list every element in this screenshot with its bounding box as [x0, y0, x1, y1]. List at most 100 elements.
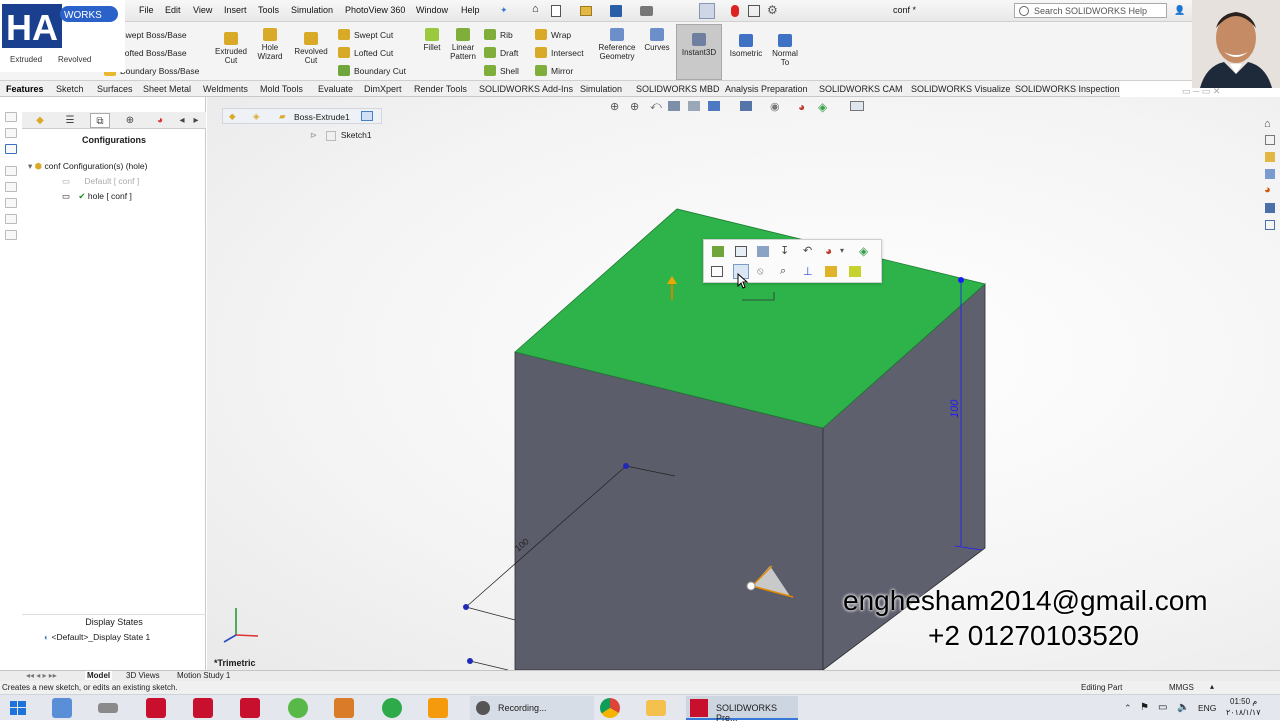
tab-scroll-right-icon[interactable]: ▸: [190, 113, 202, 128]
tab-mold-tools[interactable]: Mold Tools: [260, 84, 303, 94]
tab-solidworks-inspection[interactable]: SOLIDWORKS Inspection: [1015, 84, 1120, 94]
options-gear-icon[interactable]: ⚙: [767, 3, 778, 17]
open-folder-icon[interactable]: [580, 6, 592, 16]
appearance-icon[interactable]: ◕: [825, 244, 832, 258]
tab-solidworks-visualize[interactable]: SOLIDWORKS Visualize: [911, 84, 1010, 94]
intersect-button[interactable]: Intersect: [535, 47, 584, 60]
lofted-cut-button[interactable]: Lofted Cut: [338, 47, 393, 60]
tab-solidworks-cam[interactable]: SOLIDWORKS CAM: [819, 84, 903, 94]
autocad-app-icon[interactable]: [146, 698, 166, 718]
rib-button[interactable]: Rib: [484, 29, 513, 42]
property-manager-tab-icon[interactable]: ☰: [60, 113, 80, 128]
linear-pattern-button[interactable]: Linear Pattern: [446, 28, 480, 61]
hide-icon[interactable]: ⦸: [757, 266, 764, 277]
search-input[interactable]: Search SOLIDWORKS Help: [1014, 3, 1167, 18]
draft-button[interactable]: Draft: [484, 47, 518, 60]
wrap-button[interactable]: Wrap: [535, 29, 571, 42]
hole-wizard-button[interactable]: Hole Wizard: [253, 28, 287, 61]
units-selector[interactable]: MMGS: [1169, 683, 1194, 692]
normal-view-icon[interactable]: [711, 266, 723, 277]
tab-solidworks-addins[interactable]: SOLIDWORKS Add-Ins: [479, 84, 573, 94]
recording-task[interactable]: Recording...: [470, 696, 594, 720]
tab-surfaces[interactable]: Surfaces: [97, 84, 133, 94]
display-state-item[interactable]: ◐ <Default>_Display State 1: [44, 632, 150, 642]
tab-sheet-metal[interactable]: Sheet Metal: [143, 84, 191, 94]
menu-edit[interactable]: Edit: [165, 5, 181, 15]
autodesk-app-icon[interactable]: [428, 698, 448, 718]
curves-button[interactable]: Curves: [642, 28, 672, 52]
solidworks-task[interactable]: SOLIDWORKS Pre...: [686, 696, 798, 723]
input-language[interactable]: ENG: [1198, 703, 1216, 713]
config-item-hole[interactable]: ▭ ✔ hole [ conf ]: [62, 191, 132, 202]
config-item-default[interactable]: ▭ Default [ conf ]: [62, 176, 139, 187]
tab-render-tools[interactable]: Render Tools: [414, 84, 467, 94]
side-tool-5-icon[interactable]: [5, 182, 17, 192]
normal-to-button[interactable]: Normal To: [767, 34, 803, 67]
menu-file[interactable]: File: [139, 5, 154, 15]
sketch-point[interactable]: [463, 604, 469, 610]
dimxpert-tab-icon[interactable]: ⊕: [120, 113, 140, 128]
normal-to-icon[interactable]: ⊥: [803, 265, 813, 278]
feature-icon[interactable]: [712, 246, 724, 257]
tray-arrow-icon[interactable]: ⌃: [1124, 703, 1132, 714]
computer-app-icon[interactable]: [52, 698, 72, 718]
select-other-icon[interactable]: ◈: [859, 244, 868, 258]
clock-date[interactable]: ٢٠١٨/١/١٧: [1226, 708, 1261, 717]
boundary-cut-button[interactable]: Boundary Cut: [338, 65, 406, 78]
measure-icon[interactable]: [849, 266, 861, 277]
shell-button[interactable]: Shell: [484, 65, 519, 78]
display-manager-tab-icon[interactable]: ◕: [150, 113, 170, 128]
rollback-icon[interactable]: ↧: [780, 244, 789, 257]
utorrent-app-icon[interactable]: [382, 698, 402, 718]
triad-origin[interactable]: [746, 581, 756, 591]
tab-sketch[interactable]: Sketch: [56, 84, 84, 94]
volume-icon[interactable]: 🔈: [1177, 702, 1189, 713]
side-tool-1-icon[interactable]: [5, 112, 17, 122]
green-app-icon[interactable]: [288, 698, 308, 718]
print-icon[interactable]: [640, 6, 653, 16]
side-tool-3-icon[interactable]: [5, 144, 17, 154]
tab-model[interactable]: Model: [85, 671, 113, 680]
menu-insert[interactable]: Insert: [224, 5, 247, 15]
swept-cut-button[interactable]: Swept Cut: [338, 29, 393, 42]
home-icon[interactable]: ⌂: [532, 3, 539, 15]
edit-feature-icon[interactable]: [735, 246, 747, 257]
mirror-button[interactable]: Mirror: [535, 65, 573, 78]
isolate-icon[interactable]: [825, 266, 837, 277]
dimension-vertical[interactable]: 100: [949, 399, 961, 418]
menu-view[interactable]: View: [193, 5, 212, 15]
sketch-point[interactable]: [623, 463, 629, 469]
fillet-button[interactable]: Fillet: [418, 28, 446, 52]
tab-evaluate[interactable]: Evaluate: [318, 84, 353, 94]
menu-window[interactable]: Window: [416, 5, 448, 15]
units-dropdown-icon[interactable]: ▴: [1210, 682, 1214, 691]
config-root-item[interactable]: ▾ ⬢ conf Configuration(s) (hole): [28, 161, 147, 172]
flag-icon[interactable]: ⚑: [1140, 702, 1149, 713]
file-explorer-app-icon[interactable]: [646, 700, 666, 716]
menu-tools[interactable]: Tools: [258, 5, 279, 15]
sketch-point[interactable]: [467, 658, 473, 664]
tab-3d-views[interactable]: 3D Views: [126, 671, 160, 680]
matlab-app-icon[interactable]: [334, 698, 354, 718]
tab-features[interactable]: Features: [6, 84, 44, 94]
user-icon[interactable]: 👤: [1174, 5, 1185, 16]
menu-photoview[interactable]: PhotoView 360: [345, 5, 405, 15]
tab-motion-study[interactable]: Motion Study 1: [177, 671, 230, 680]
file-properties-icon[interactable]: [748, 5, 760, 17]
configuration-manager-tab-icon[interactable]: ⧉: [90, 113, 110, 128]
revolved-cut-button[interactable]: Revolved Cut: [290, 32, 332, 65]
dimension-endpoint[interactable]: [958, 277, 964, 283]
feature-tree-tab-icon[interactable]: ◆: [30, 113, 50, 128]
dropdown-arrow-icon[interactable]: ▾: [840, 246, 844, 255]
reference-geometry-button[interactable]: Reference Geometry: [596, 28, 638, 61]
solidworks-2018-icon[interactable]: [240, 698, 260, 718]
side-tool-6-icon[interactable]: [5, 198, 17, 208]
clock-time[interactable]: 01:50 م: [1230, 697, 1257, 706]
menu-simulation[interactable]: Simulation: [291, 5, 333, 15]
tab-scroll-left-icon[interactable]: ◂: [176, 113, 188, 128]
instant3d-button[interactable]: Instant3D: [676, 24, 722, 80]
new-document-icon[interactable]: [551, 5, 561, 17]
solidworks-2016-icon[interactable]: [193, 698, 213, 718]
tab-dimxpert[interactable]: DimXpert: [364, 84, 402, 94]
tab-simulation[interactable]: Simulation: [580, 84, 622, 94]
